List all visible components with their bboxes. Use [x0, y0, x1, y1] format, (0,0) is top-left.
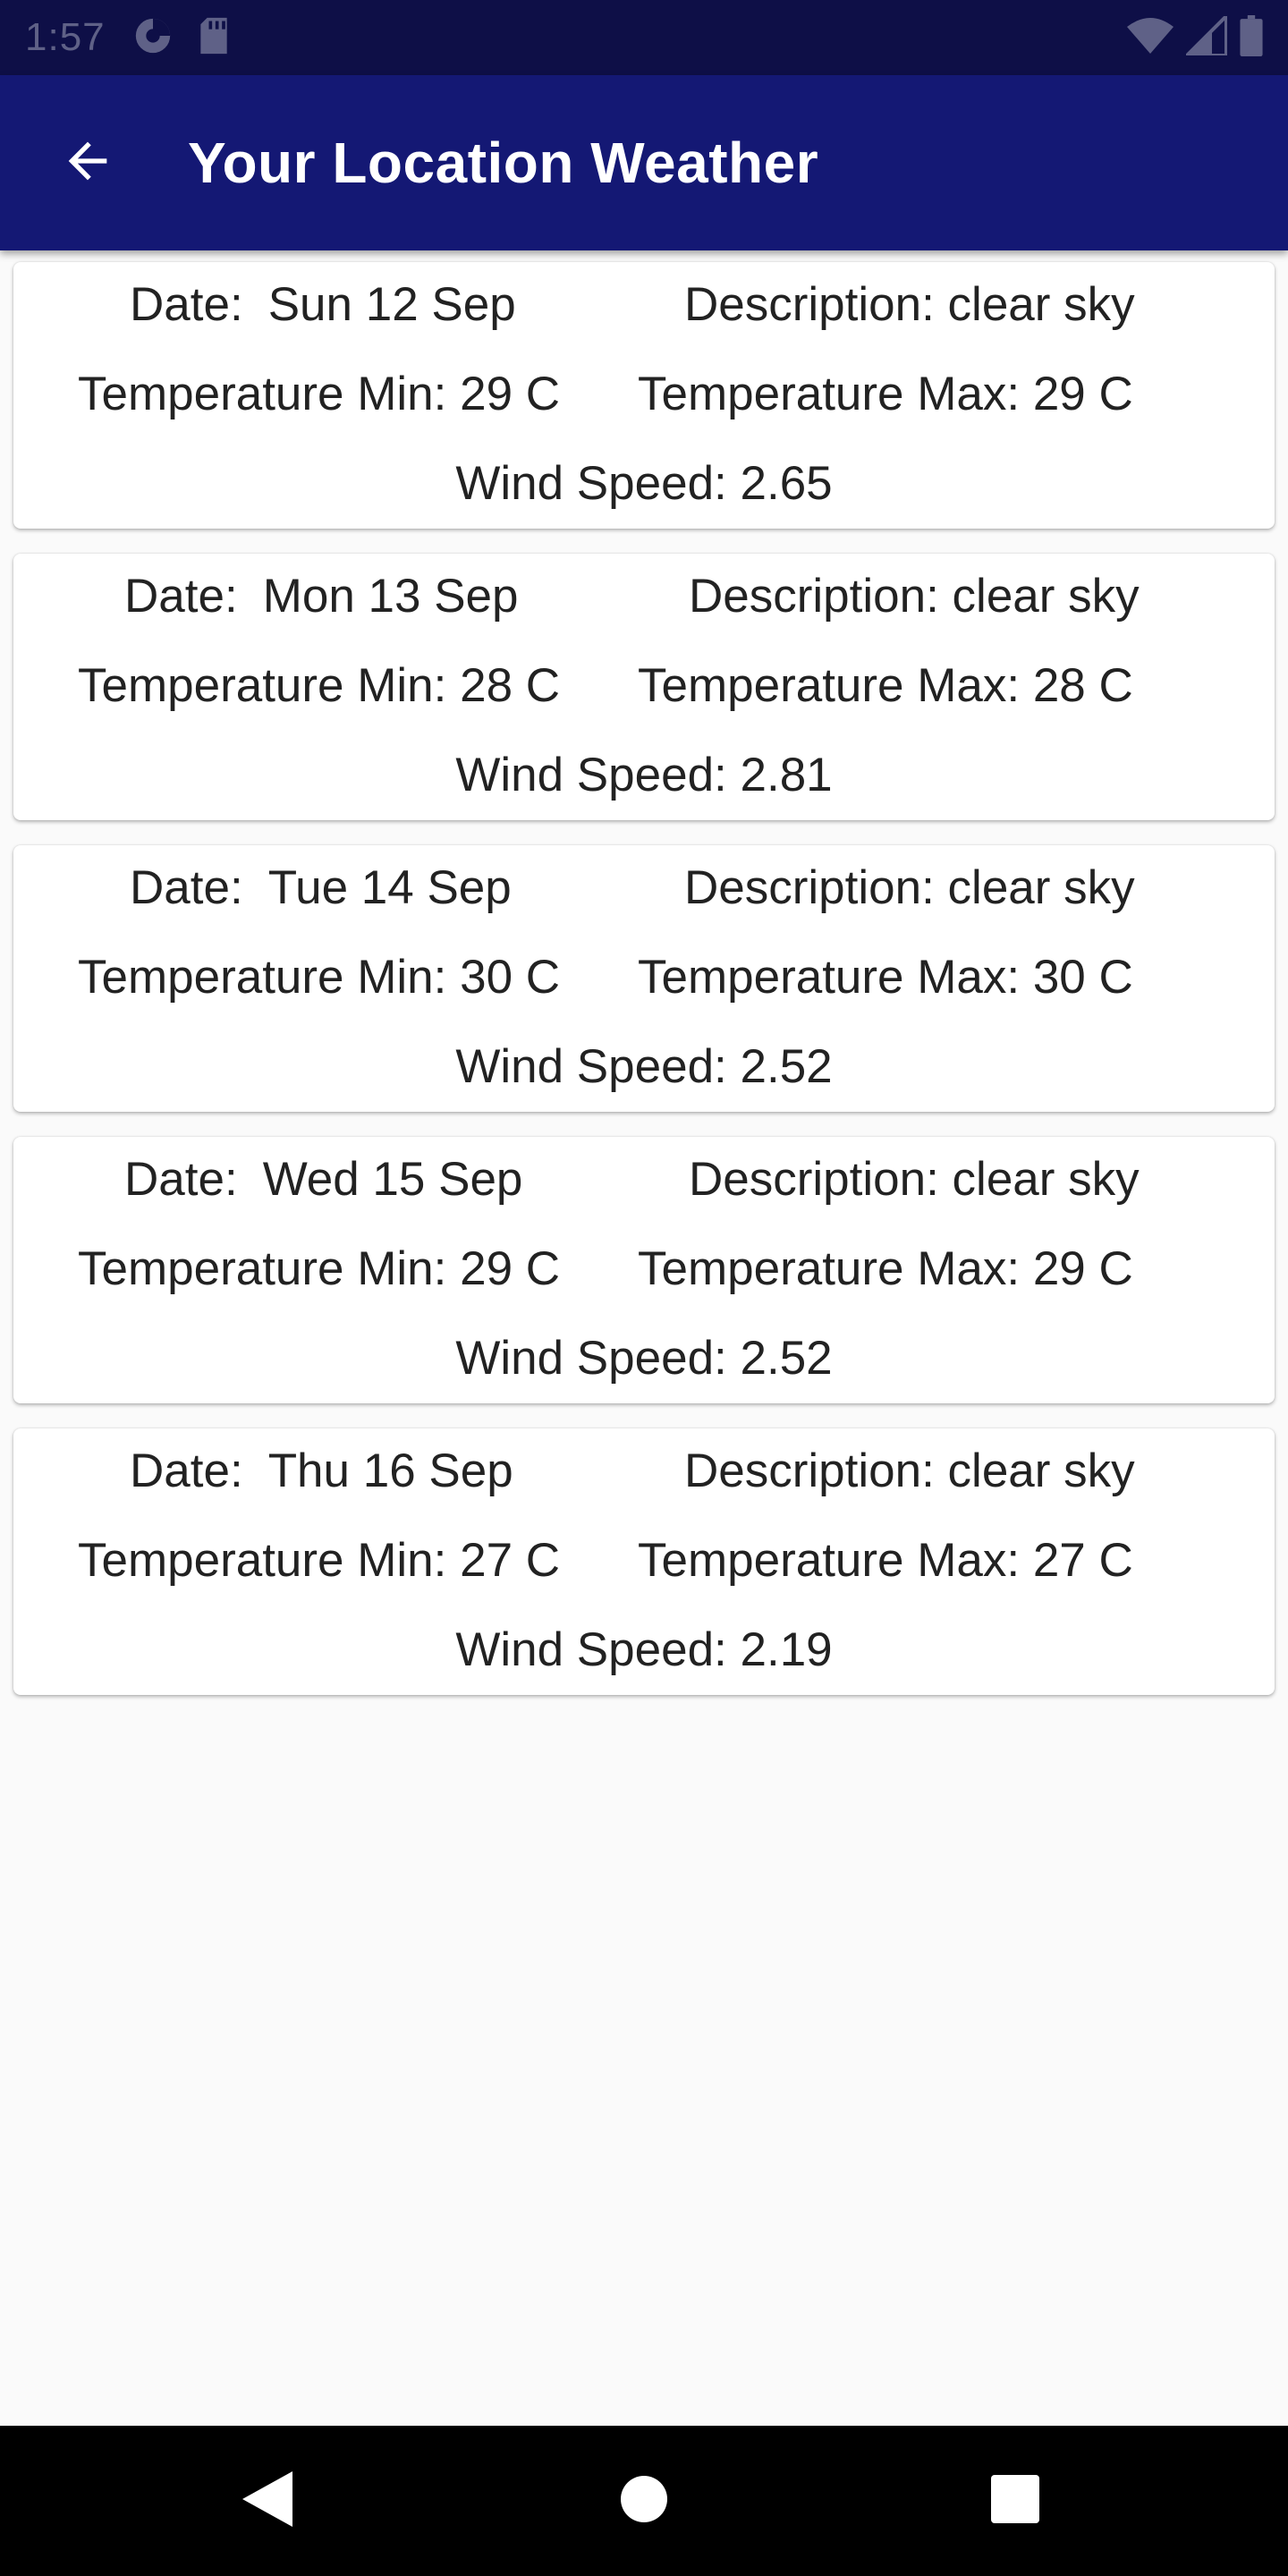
forecast-date: Date: Tue 14 Sep — [130, 861, 512, 915]
date-label: Date: — [124, 1153, 238, 1206]
system-nav-bar — [0, 2426, 1288, 2576]
nav-home-button[interactable] — [572, 2426, 716, 2576]
forecast-temp-max: Temperature Max: 30 C — [638, 951, 1133, 1004]
forecast-card[interactable]: Date: Thu 16 Sep Description: clear sky T… — [13, 1428, 1275, 1695]
forecast-description: Description: clear sky — [684, 278, 1135, 331]
status-bar: 1:57 — [0, 0, 1288, 75]
app-bar: Your Location Weather — [0, 75, 1288, 250]
forecast-description: Description: clear sky — [689, 1153, 1140, 1206]
date-value: Thu 16 Sep — [267, 1445, 513, 1497]
nav-back-icon — [242, 2470, 294, 2531]
forecast-temp-max: Temperature Max: 28 C — [638, 659, 1133, 712]
forecast-temp-min: Temperature Min: 29 C — [78, 368, 561, 420]
date-value: Sun 12 Sep — [267, 278, 516, 331]
forecast-date: Date: Mon 13 Sep — [124, 570, 519, 623]
nav-recents-icon — [991, 2474, 1039, 2528]
forecast-wind-speed: Wind Speed: 2.19 — [455, 1623, 833, 1676]
forecast-temp-min: Temperature Min: 29 C — [78, 1242, 561, 1295]
date-value: Mon 13 Sep — [262, 570, 519, 623]
status-notification-icons — [132, 15, 231, 61]
status-system-icons — [1127, 11, 1263, 61]
nav-back-button[interactable] — [197, 2426, 340, 2576]
forecast-wind-speed: Wind Speed: 2.52 — [455, 1040, 833, 1093]
forecast-card[interactable]: Date: Mon 13 Sep Description: clear sky T… — [13, 554, 1275, 820]
arrow-back-icon — [59, 132, 116, 194]
date-value: Tue 14 Sep — [267, 861, 512, 914]
forecast-card[interactable]: Date: Tue 14 Sep Description: clear sky T… — [13, 845, 1275, 1112]
sd-card-icon — [197, 16, 231, 60]
date-label: Date: — [130, 1445, 243, 1497]
back-button[interactable] — [34, 109, 141, 216]
forecast-description: Description: clear sky — [684, 861, 1135, 914]
forecast-date: Date: Sun 12 Sep — [130, 278, 516, 332]
forecast-temp-max: Temperature Max: 29 C — [638, 1242, 1133, 1295]
forecast-card[interactable]: Date: Sun 12 Sep Description: clear sky T… — [13, 262, 1275, 529]
forecast-wind-speed: Wind Speed: 2.52 — [455, 1332, 833, 1385]
forecast-temp-max: Temperature Max: 29 C — [638, 368, 1133, 420]
forecast-description: Description: clear sky — [689, 570, 1140, 623]
wifi-icon — [1127, 17, 1174, 59]
page-title: Your Location Weather — [188, 131, 819, 195]
date-label: Date: — [130, 278, 243, 331]
forecast-wind-speed: Wind Speed: 2.65 — [455, 457, 833, 510]
date-label: Date: — [124, 570, 238, 623]
forecast-temp-max: Temperature Max: 27 C — [638, 1534, 1133, 1587]
pie-chart-icon — [132, 15, 174, 61]
battery-icon — [1240, 14, 1263, 61]
nav-recents-button[interactable] — [944, 2426, 1087, 2576]
forecast-temp-min: Temperature Min: 28 C — [78, 659, 561, 712]
forecast-wind-speed: Wind Speed: 2.81 — [455, 749, 833, 801]
nav-home-icon — [621, 2475, 667, 2527]
cell-signal-icon — [1182, 11, 1228, 60]
date-label: Date: — [130, 861, 243, 914]
status-time: 1:57 — [25, 15, 106, 59]
forecast-temp-min: Temperature Min: 27 C — [78, 1534, 561, 1587]
date-value: Wed 15 Sep — [262, 1153, 523, 1206]
forecast-date: Date: Wed 15 Sep — [124, 1153, 522, 1207]
forecast-date: Date: Thu 16 Sep — [130, 1445, 513, 1498]
forecast-card[interactable]: Date: Wed 15 Sep Description: clear sky T… — [13, 1137, 1275, 1403]
forecast-temp-min: Temperature Min: 30 C — [78, 951, 561, 1004]
forecast-description: Description: clear sky — [684, 1445, 1135, 1497]
